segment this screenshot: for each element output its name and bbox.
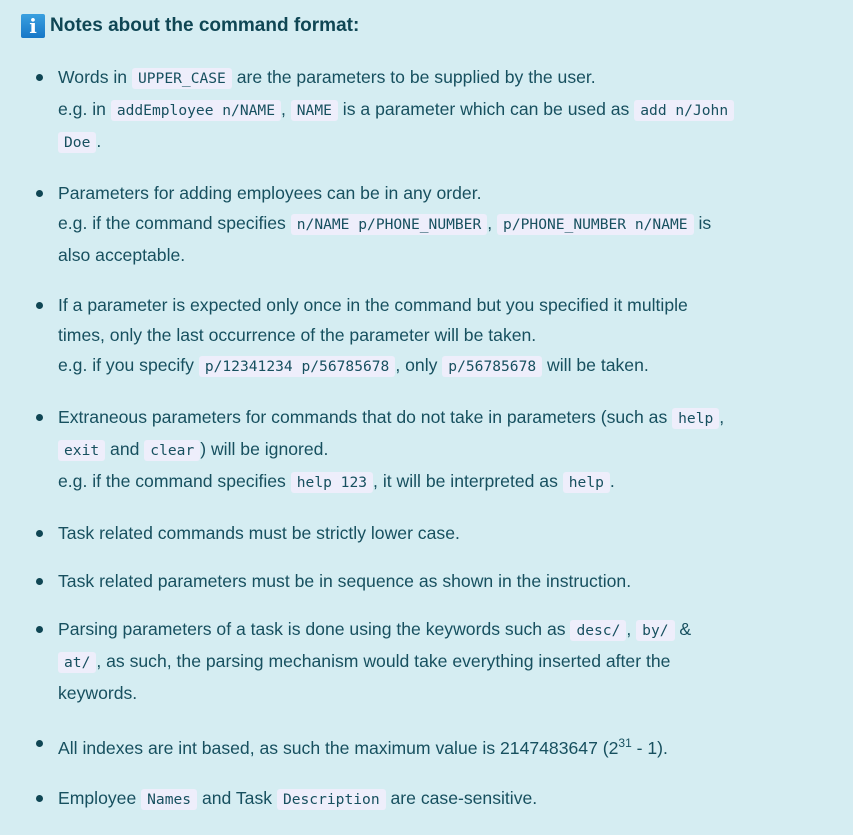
- list-item: All indexes are int based, as such the m…: [34, 728, 844, 763]
- text: also acceptable.: [58, 245, 186, 265]
- inline-code: Description: [276, 788, 386, 810]
- list-item: Parsing parameters of a task is done usi…: [34, 614, 844, 708]
- text: Words in: [58, 67, 132, 87]
- text: and: [105, 439, 145, 459]
- text: are case-sensitive.: [385, 787, 538, 808]
- text: Parsing parameters of a task is done usi…: [58, 619, 571, 639]
- inline-code: addEmployee n/NAME: [110, 100, 281, 121]
- list-item: Parameters for adding employees can be i…: [34, 178, 844, 270]
- inline-code: at/: [58, 652, 97, 673]
- notes-list: Words in UPPER_CASE are the parameters t…: [34, 62, 844, 835]
- inline-code: p/56785678: [442, 356, 543, 377]
- list-item: If a parameter is expected only once in …: [34, 290, 844, 382]
- text: ,: [280, 99, 291, 119]
- text: - 1).: [631, 737, 668, 758]
- text: &: [674, 619, 692, 639]
- text: times, only the last occurrence of the p…: [58, 325, 537, 345]
- text: ,: [719, 407, 725, 427]
- superscript: 31: [618, 736, 632, 750]
- text: Employee: [58, 787, 142, 808]
- text: ,: [487, 213, 498, 233]
- inline-code: Doe: [58, 132, 97, 153]
- text: Task related commands must be strictly l…: [58, 523, 460, 543]
- text: If a parameter is expected only once in …: [58, 295, 688, 315]
- text: , only: [395, 355, 443, 375]
- inline-code: UPPER_CASE: [131, 68, 232, 89]
- text: Parameters for adding employees can be i…: [58, 183, 482, 203]
- text: will be taken.: [542, 355, 649, 375]
- text: e.g. if the command specifies: [58, 471, 291, 491]
- inline-code: help: [672, 408, 720, 429]
- text: ) will be ignored.: [200, 439, 329, 459]
- inline-code: p/PHONE_NUMBER n/NAME: [497, 214, 694, 235]
- inline-code: help 123: [290, 472, 374, 493]
- text: All indexes are int based, as such the m…: [58, 737, 619, 758]
- text: ,: [626, 619, 637, 639]
- text: Extraneous parameters for commands that …: [58, 407, 673, 427]
- text: Task related parameters must be in seque…: [58, 571, 632, 591]
- list-item: Task related commands must be strictly l…: [34, 518, 844, 548]
- list-item: Extraneous parameters for commands that …: [34, 402, 844, 498]
- list-item: Task related parameters must be in seque…: [34, 566, 844, 596]
- text: is a parameter which can be used as: [337, 99, 635, 119]
- inline-code: clear: [144, 440, 201, 461]
- text: and Task: [197, 787, 277, 808]
- text: keywords.: [58, 683, 138, 703]
- inline-code: Names: [141, 788, 198, 810]
- text: is: [693, 213, 712, 233]
- text: .: [609, 471, 615, 491]
- text: e.g. in: [58, 99, 111, 119]
- inline-code: by/: [636, 620, 675, 641]
- text: are the parameters to be supplied by the…: [231, 67, 596, 87]
- text: e.g. if the command specifies: [58, 213, 291, 233]
- page-title: Notes about the command format:: [50, 15, 360, 36]
- text: .: [96, 131, 102, 151]
- inline-code: help: [562, 472, 610, 493]
- text: , as such, the parsing mechanism would t…: [96, 651, 671, 671]
- text: , it will be interpreted as: [373, 471, 563, 491]
- info-icon: i: [21, 14, 45, 38]
- notes-heading: i Notes about the command format:: [21, 14, 359, 38]
- text: e.g. if you specify: [58, 355, 199, 375]
- inline-code: add n/John: [634, 100, 735, 121]
- inline-code: NAME: [290, 100, 338, 121]
- inline-code: p/12341234 p/56785678: [198, 356, 396, 377]
- list-item: Words in UPPER_CASE are the parameters t…: [34, 62, 844, 158]
- list-item: Employee Names and Task Description are …: [34, 783, 844, 815]
- inline-code: n/NAME p/PHONE_NUMBER: [290, 214, 488, 235]
- inline-code: desc/: [570, 620, 627, 641]
- inline-code: exit: [58, 440, 106, 461]
